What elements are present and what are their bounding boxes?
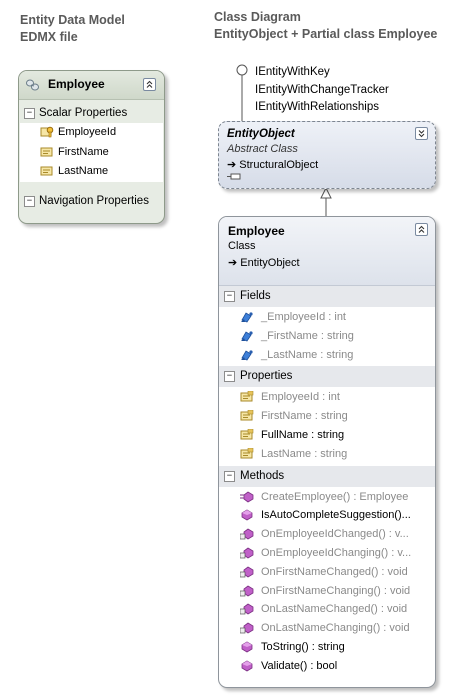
method-row[interactable]: OnLastNameChanged() : void	[219, 600, 435, 619]
property-row[interactable]: LastName : string	[219, 445, 435, 464]
methods-section[interactable]: − Methods	[219, 465, 435, 487]
methods-list: CreateEmployee() : Employee IsAutoComplet…	[219, 487, 435, 676]
property-icon	[240, 409, 254, 422]
method-row[interactable]: IsAutoCompleteSuggestion()...	[219, 506, 435, 525]
property-icon	[240, 447, 254, 460]
method-row[interactable]: OnFirstNameChanged() : void	[219, 563, 435, 582]
employee-class-header: Employee Class ➔ EntityObject	[219, 217, 435, 286]
property-row-label: LastName : string	[261, 447, 348, 460]
collapse-minus-icon[interactable]: −	[224, 470, 235, 482]
interface-label[interactable]: IEntityWithChangeTracker	[255, 82, 389, 100]
field-row[interactable]: _FirstName : string	[219, 327, 435, 346]
expand-button[interactable]	[415, 127, 428, 140]
interface-label[interactable]: IEntityWithRelationships	[255, 99, 389, 117]
method-row-label: OnFirstNameChanged() : void	[261, 565, 408, 578]
collapse-minus-icon[interactable]: −	[224, 371, 235, 383]
partial-method-icon	[239, 566, 254, 578]
property-row[interactable]: EmployeeId : int	[219, 388, 435, 407]
entityobject-name: EntityObject	[227, 128, 295, 140]
chevron-down-icon	[418, 130, 425, 138]
property-row[interactable]: FirstName : string	[219, 407, 435, 426]
entityobject-class-shape[interactable]: EntityObject Abstract Class ➔ Structural…	[218, 121, 436, 189]
inherits-arrow-icon: ➔	[228, 257, 238, 269]
collapse-minus-icon[interactable]: −	[224, 291, 235, 302]
fields-list: _EmployeeId : int _FirstName : string _Las…	[219, 307, 435, 364]
entityobject-kind: Abstract Class	[227, 143, 298, 155]
partial-method-icon	[239, 603, 254, 615]
method-row[interactable]: OnFirstNameChanging() : void	[219, 582, 435, 601]
field-row[interactable]: _EmployeeId : int	[219, 308, 435, 327]
partial-method-icon	[239, 547, 254, 559]
property-row-label: FirstName : string	[261, 410, 348, 423]
partial-method-icon	[239, 528, 254, 540]
fields-section[interactable]: − Fields	[219, 286, 435, 307]
field-row-label: _FirstName : string	[261, 329, 354, 342]
method-row-label: CreateEmployee() : Employee	[261, 490, 409, 503]
method-row-label: OnFirstNameChanging() : void	[261, 584, 411, 597]
employee-class-base-row: ➔ EntityObject	[228, 256, 300, 269]
method-row-label: OnLastNameChanging() : void	[261, 622, 410, 635]
employee-class-name: Employee	[228, 224, 285, 238]
static-method-icon	[240, 491, 254, 503]
property-icon	[240, 391, 254, 403]
employee-class-shape[interactable]: Employee Class ➔ EntityObject − Fields _…	[218, 216, 436, 688]
method-icon	[240, 641, 254, 653]
field-icon	[240, 349, 254, 361]
method-row[interactable]: CreateEmployee() : Employee	[219, 488, 435, 507]
property-row[interactable]: FullName : string	[219, 426, 435, 445]
interface-label[interactable]: IEntityWithKey	[255, 64, 389, 82]
field-icon	[240, 311, 254, 323]
property-row-label: EmployeeId : int	[261, 391, 340, 404]
method-icon	[240, 660, 254, 672]
inheritance-arrowhead	[320, 186, 332, 199]
entityobject-base: StructuralObject	[239, 159, 319, 171]
method-row-label: OnLastNameChanged() : void	[261, 603, 408, 616]
method-row-label: Validate() : bool	[261, 659, 338, 672]
method-row-label: IsAutoCompleteSuggestion()...	[261, 509, 411, 522]
method-row[interactable]: ToString() : string	[219, 638, 435, 657]
method-row[interactable]: OnEmployeeIdChanged() : v...	[219, 525, 435, 544]
method-icon	[240, 509, 254, 521]
entityobject-base-row: ➔ StructuralObject	[227, 158, 318, 171]
method-row[interactable]: Validate() : bool	[219, 657, 435, 676]
employee-class-kind: Class	[228, 240, 256, 252]
partial-method-icon	[239, 622, 254, 634]
method-row[interactable]: OnEmployeeIdChanging() : v...	[219, 544, 435, 563]
properties-section[interactable]: − Properties	[219, 366, 435, 388]
inherits-arrow-icon: ➔	[227, 159, 237, 171]
methods-label: Methods	[240, 469, 285, 482]
field-row-label: _EmployeeId : int	[261, 311, 346, 323]
interface-list: IEntityWithKey IEntityWithChangeTracker …	[255, 64, 389, 117]
field-row[interactable]: _LastName : string	[219, 346, 435, 365]
fields-label: Fields	[240, 290, 271, 302]
field-icon	[240, 330, 254, 342]
chevron-up-icon	[418, 225, 425, 233]
method-row-label: OnEmployeeIdChanged() : v...	[261, 528, 409, 541]
field-row-label: _LastName : string	[261, 348, 354, 361]
method-row-label: ToString() : string	[261, 640, 345, 653]
expand-icon[interactable]	[227, 173, 241, 181]
property-row-label: FullName : string	[261, 428, 345, 441]
method-row[interactable]: OnLastNameChanging() : void	[219, 619, 435, 638]
property-icon	[240, 428, 254, 441]
method-row-label: OnEmployeeIdChanging() : v...	[261, 546, 412, 559]
properties-list: EmployeeId : int FirstName : string FullNa…	[219, 387, 435, 463]
interface-lollipop	[236, 64, 248, 76]
employee-class-base: EntityObject	[240, 257, 300, 269]
partial-method-icon	[239, 585, 254, 597]
collapse-button[interactable]	[415, 223, 428, 236]
properties-label: Properties	[240, 370, 293, 383]
